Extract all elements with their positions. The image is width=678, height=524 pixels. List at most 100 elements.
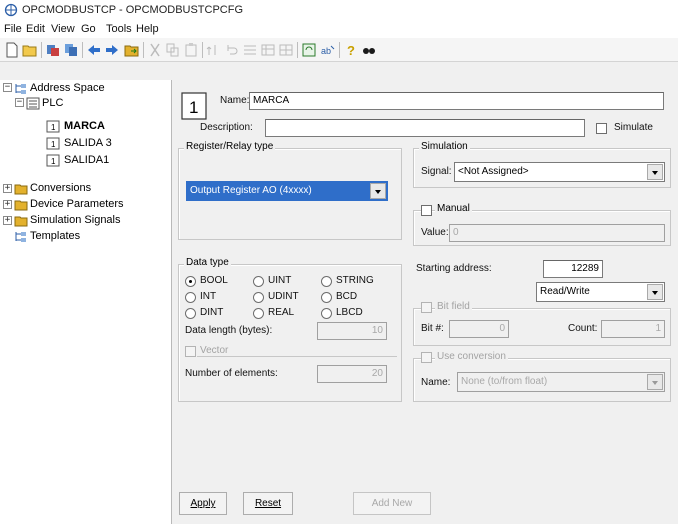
radio-string[interactable]	[321, 276, 332, 287]
toolbar: ab ?	[0, 38, 678, 62]
tree-item-salida3[interactable]: SALIDA 3	[64, 136, 112, 151]
manual-checkbox[interactable]	[421, 205, 432, 216]
menu-view[interactable]: View	[51, 23, 75, 35]
templates-icon	[15, 232, 26, 242]
menu-file[interactable]: File	[4, 23, 22, 35]
svg-text:1: 1	[51, 140, 56, 149]
svg-text:?: ?	[347, 43, 355, 58]
chevron-down-icon[interactable]	[647, 374, 663, 390]
tree-item-address-space[interactable]: Address Space	[30, 81, 105, 96]
radio-lbcd-label: LBCD	[336, 307, 363, 318]
radio-int-label: INT	[200, 291, 217, 302]
text-icon[interactable]: ab	[320, 42, 336, 58]
tree-item-salida1[interactable]: SALIDA1	[64, 153, 109, 168]
tree-item-device-parameters[interactable]: Device Parameters	[30, 197, 124, 212]
plc-icon	[26, 97, 40, 110]
data-length-label: Data length (bytes):	[185, 325, 273, 336]
open-icon[interactable]	[22, 42, 38, 58]
radio-bcd[interactable]	[321, 292, 332, 303]
collapse-toggle[interactable]: −	[3, 83, 12, 92]
tag-large-icon: 1	[181, 92, 207, 120]
menu-bar: File Edit View Go Tools Help	[0, 20, 678, 38]
tree-item-simulation-signals[interactable]: Simulation Signals	[30, 213, 121, 228]
value-field[interactable]: 0	[449, 224, 665, 242]
count-field[interactable]: 1	[601, 320, 665, 338]
simulate-checkbox[interactable]	[596, 123, 607, 134]
new-icon[interactable]	[4, 42, 20, 58]
radio-udint-label: UDINT	[268, 291, 299, 302]
menu-help[interactable]: Help	[136, 23, 159, 35]
radio-int[interactable]	[185, 292, 196, 303]
grid-icon	[279, 44, 293, 56]
data-length-field[interactable]: 10	[317, 322, 387, 340]
chevron-down-icon[interactable]	[647, 284, 663, 300]
svg-text:1: 1	[51, 157, 56, 166]
svg-text:1: 1	[189, 98, 198, 117]
apply-button[interactable]: Apply	[179, 492, 227, 515]
vector-checkbox[interactable]	[185, 346, 196, 357]
help-icon[interactable]: ?	[343, 42, 359, 58]
expand-toggle[interactable]: +	[3, 216, 12, 225]
folder-icon[interactable]	[124, 42, 140, 58]
use-conversion-checkbox[interactable]	[421, 352, 432, 363]
copy-icon[interactable]	[63, 42, 79, 58]
access-select[interactable]: Read/Write	[536, 282, 665, 302]
conversion-name-label: Name:	[421, 377, 451, 388]
radio-real-label: REAL	[268, 307, 295, 318]
tag-icon: 1	[46, 137, 60, 150]
expand-toggle[interactable]: +	[3, 184, 12, 193]
signal-select[interactable]: <Not Assigned>	[454, 162, 665, 182]
tree-item-templates[interactable]: Templates	[30, 229, 80, 244]
network-icon	[4, 3, 18, 17]
details-icon	[261, 44, 275, 56]
starting-address-field[interactable]: 12289	[543, 260, 603, 278]
description-field[interactable]	[265, 119, 585, 137]
radio-udint[interactable]	[253, 292, 264, 303]
register-group-title: Register/Relay type	[184, 141, 276, 152]
tree-item-conversions[interactable]: Conversions	[30, 181, 91, 196]
chevron-down-icon[interactable]	[370, 183, 386, 199]
back-icon[interactable]	[86, 42, 102, 58]
vector-label: Vector	[200, 345, 229, 356]
radio-bool[interactable]	[185, 276, 196, 287]
bit-field[interactable]: 0	[449, 320, 509, 338]
add-new-button[interactable]: Add New	[353, 492, 431, 515]
tag-icon: 1	[46, 120, 60, 133]
glasses-icon[interactable]	[361, 42, 377, 58]
radio-uint-label: UINT	[268, 275, 292, 286]
reset-button[interactable]: Reset	[243, 492, 293, 515]
chevron-down-icon[interactable]	[647, 164, 663, 180]
radio-bool-label: BOOL	[200, 275, 228, 286]
menu-edit[interactable]: Edit	[26, 23, 45, 35]
tag-icon: 1	[46, 154, 60, 167]
tree-item-plc[interactable]: PLC	[42, 96, 63, 111]
bitfield-checkbox[interactable]	[421, 302, 432, 313]
name-field[interactable]: MARCA	[249, 92, 664, 110]
cut-disabled-icon	[150, 43, 160, 57]
bitfield-label: Bit field	[435, 301, 472, 312]
manual-label: Manual	[435, 203, 472, 214]
radio-string-label: STRING	[336, 275, 374, 286]
undo-disabled-icon	[227, 45, 238, 55]
simulation-group-title: Simulation	[419, 141, 470, 152]
radio-real[interactable]	[253, 308, 264, 319]
forward-icon[interactable]	[104, 42, 120, 58]
value-label: Value:	[421, 227, 449, 238]
collapse-toggle[interactable]: −	[15, 98, 24, 107]
menu-tools[interactable]: Tools	[106, 23, 132, 35]
menu-go[interactable]: Go	[81, 23, 96, 35]
radio-dint[interactable]	[185, 308, 196, 319]
cut-icon[interactable]	[45, 42, 61, 58]
radio-uint[interactable]	[253, 276, 264, 287]
radio-lbcd[interactable]	[321, 308, 332, 319]
folder-icon	[14, 216, 28, 227]
tree-item-marca[interactable]: MARCA	[64, 119, 105, 134]
conversion-select[interactable]: None (to/from float)	[457, 372, 665, 392]
num-elements-field[interactable]: 20	[317, 365, 387, 383]
expand-toggle[interactable]: +	[3, 200, 12, 209]
signal-label: Signal:	[421, 166, 452, 177]
register-type-select[interactable]: Output Register AO (4xxxx)	[186, 181, 388, 201]
refresh-icon[interactable]	[301, 42, 317, 58]
window-title: OPCMODBUSTCP - OPCMODBUSTCPCFG	[22, 4, 244, 16]
description-label: Description:	[200, 122, 253, 133]
